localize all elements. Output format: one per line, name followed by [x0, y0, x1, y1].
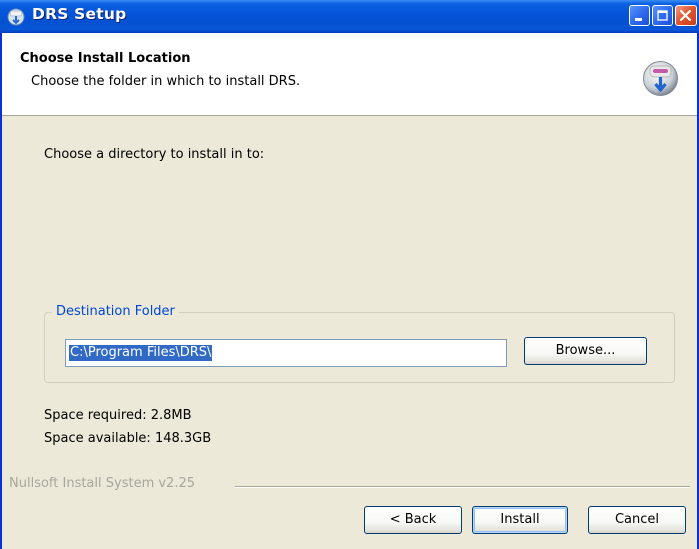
window-title: DRS Setup	[32, 5, 127, 23]
header-panel: Choose Install Location Choose the folde…	[2, 33, 697, 116]
minimize-icon	[635, 18, 642, 21]
destination-path-input[interactable]: C:\Program Files\DRS\	[65, 339, 507, 367]
nsis-branding: Nullsoft Install System v2.25	[9, 476, 196, 491]
minimize-button[interactable]	[629, 5, 650, 26]
back-button[interactable]: < Back	[364, 506, 462, 534]
install-button-label: Install	[500, 512, 540, 527]
back-button-label: < Back	[389, 512, 437, 527]
space-required: Space required: 2.8MB	[44, 408, 192, 423]
maximize-button[interactable]	[652, 5, 673, 26]
cancel-button[interactable]: Cancel	[588, 506, 686, 534]
title-bar[interactable]: DRS Setup	[0, 0, 699, 33]
space-available: Space available: 148.3GB	[44, 431, 212, 446]
cancel-button-label: Cancel	[614, 512, 660, 527]
page-title: Choose Install Location	[20, 51, 191, 66]
directory-prompt: Choose a directory to install in to:	[44, 147, 265, 162]
browse-button-label: Browse...	[555, 343, 616, 358]
installer-app-icon	[7, 8, 25, 26]
destination-path-text: C:\Program Files\DRS\	[69, 345, 213, 361]
browse-button[interactable]: Browse...	[524, 337, 647, 365]
destination-folder-legend: Destination Folder	[52, 304, 179, 319]
page-subtitle: Choose the folder in which to install DR…	[31, 74, 301, 89]
close-button[interactable]	[675, 5, 697, 26]
footer-divider	[235, 486, 690, 488]
close-icon	[679, 9, 692, 22]
installer-disk-icon	[643, 61, 678, 96]
maximize-icon	[657, 10, 668, 21]
install-button[interactable]: Install	[472, 506, 568, 534]
